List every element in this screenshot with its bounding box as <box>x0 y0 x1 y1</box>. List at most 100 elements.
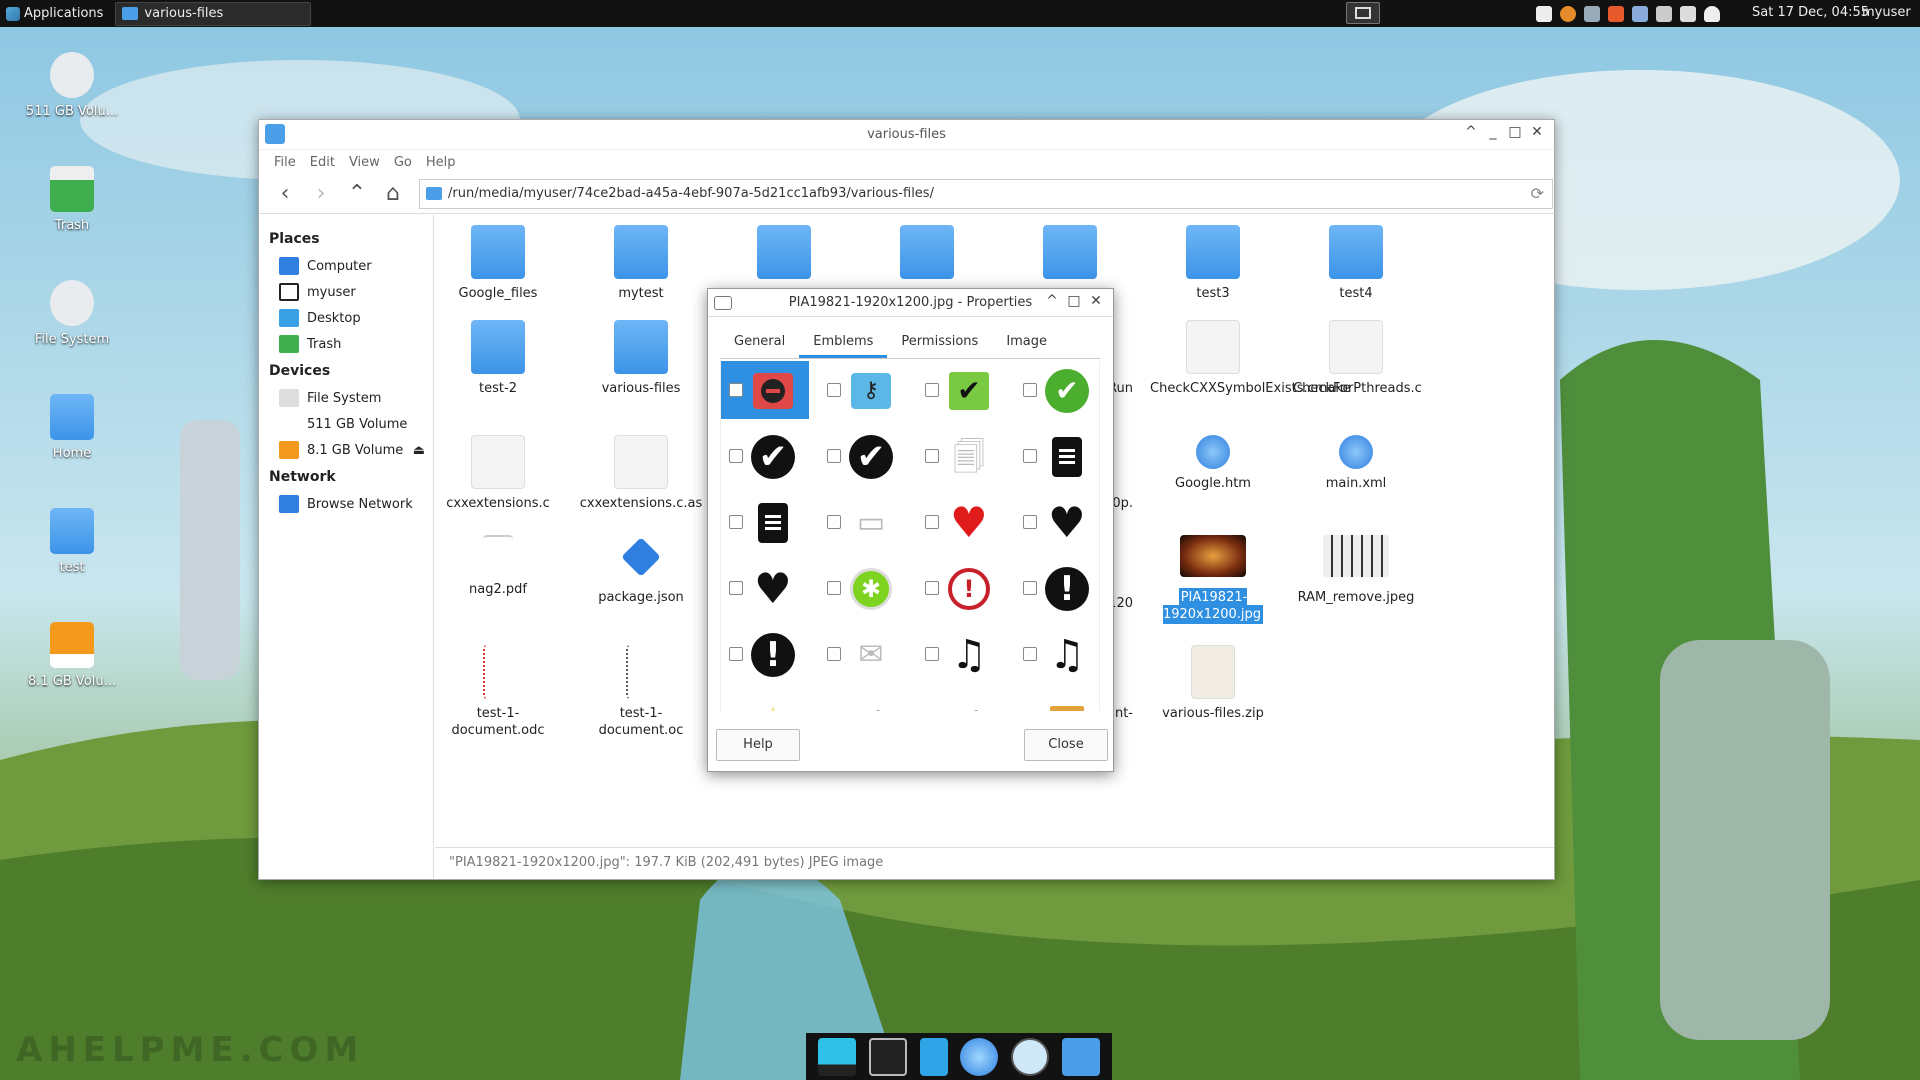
file-item[interactable]: mytest <box>578 225 704 302</box>
emblem-checkbox[interactable] <box>925 383 939 397</box>
update-icon[interactable] <box>1608 5 1624 22</box>
menu-file[interactable]: File <box>267 155 303 170</box>
firefox-icon[interactable] <box>1560 5 1576 22</box>
emblem-item[interactable]: ★ <box>721 691 809 711</box>
folder-icon[interactable] <box>1061 1037 1100 1076</box>
notification-icon[interactable] <box>1704 5 1720 22</box>
volume-icon[interactable] <box>1656 5 1672 22</box>
file-item[interactable]: cxxextensions.c.as <box>578 435 704 512</box>
desktop-icon-511gb[interactable]: 511 GB Volu... <box>22 52 122 119</box>
emblem-checkbox[interactable] <box>1023 515 1037 529</box>
emblem-checkbox[interactable] <box>925 449 939 463</box>
emblem-checkbox[interactable] <box>1023 383 1037 397</box>
file-item[interactable]: Google_files <box>435 225 561 302</box>
location-bar[interactable]: /run/media/myuser/74ce2bad-a45a-4ebf-907… <box>419 178 1553 209</box>
emblem-item[interactable]: ✔ <box>819 427 907 485</box>
file-item-selected[interactable]: PIA19821-1920x1200.jpg <box>1150 535 1276 624</box>
emblem-item[interactable]: ✔ <box>721 427 809 485</box>
file-item[interactable] <box>1007 225 1133 285</box>
emblem-item[interactable]: ♥ <box>721 559 809 617</box>
desktop-icon-8gb[interactable]: 8.1 GB Volu... <box>22 622 122 689</box>
emblem-checkbox[interactable] <box>1023 449 1037 463</box>
file-item[interactable]: test4 <box>1293 225 1419 302</box>
sidebar-item-511gb[interactable]: 511 GB Volume <box>269 411 433 437</box>
emblem-item[interactable]: ! <box>1015 559 1099 617</box>
menu-go[interactable]: Go <box>387 155 419 170</box>
clipboard-icon[interactable] <box>1536 5 1552 22</box>
file-item[interactable] <box>864 225 990 285</box>
emblem-item[interactable]: 🗐 <box>917 427 1005 485</box>
workspace-switcher[interactable] <box>1346 2 1380 24</box>
sidebar-item-8gb[interactable]: 8.1 GB Volume ⏏ <box>269 437 433 463</box>
bluetooth-icon[interactable] <box>1632 5 1648 22</box>
show-desktop-icon[interactable] <box>818 1037 857 1076</box>
emblem-item[interactable]: ! <box>721 625 809 683</box>
file-item[interactable]: package.json <box>578 535 704 606</box>
dialog-titlebar[interactable]: PIA19821-1920x1200.jpg - Properties ^ □ … <box>708 289 1113 317</box>
emblem-checkbox[interactable] <box>827 515 841 529</box>
emblem-item[interactable]: ✱ <box>819 559 907 617</box>
tab-general[interactable]: General <box>720 327 799 358</box>
emblem-item[interactable] <box>1015 427 1099 485</box>
maximize-button[interactable]: □ <box>1065 293 1083 309</box>
file-item[interactable]: various-files.zip <box>1150 645 1276 722</box>
emblem-checkbox[interactable] <box>729 515 743 529</box>
file-item[interactable]: test-2 <box>435 320 561 397</box>
emblem-item[interactable]: ✉ <box>819 625 907 683</box>
file-item[interactable]: cxxextensions.c <box>435 435 561 512</box>
emblem-item[interactable]: ✔ <box>917 361 1005 419</box>
emblem-item[interactable]: ✓ <box>819 691 907 711</box>
reload-icon[interactable]: ⟳ <box>1531 184 1544 203</box>
home-button[interactable]: ⌂ <box>377 179 409 209</box>
emblem-checkbox[interactable] <box>827 647 841 661</box>
sidebar-item-file-system[interactable]: File System <box>269 385 433 411</box>
emblem-item[interactable] <box>721 493 809 551</box>
file-item[interactable]: nag2.pdf <box>435 535 561 598</box>
file-item[interactable]: main.xml <box>1293 435 1419 492</box>
minimize-button[interactable]: _ <box>1484 124 1502 140</box>
emblem-checkbox[interactable] <box>827 383 841 397</box>
emblem-item[interactable]: ✓ <box>917 691 1005 711</box>
desktop-icon-file-system[interactable]: File System <box>22 280 122 347</box>
file-item[interactable]: Google.htm <box>1150 435 1276 492</box>
desktop-icon-home[interactable]: Home <box>22 394 122 461</box>
network-icon[interactable] <box>1584 5 1600 22</box>
user-menu[interactable]: myuser <box>1862 5 1911 20</box>
emblem-checkbox[interactable] <box>827 581 841 595</box>
emblem-checkbox[interactable] <box>729 449 743 463</box>
emblem-item[interactable]: ♫ <box>917 625 1005 683</box>
taskbar-window-button[interactable]: various-files <box>115 1 312 26</box>
emblem-checkbox[interactable] <box>729 581 743 595</box>
close-dialog-button[interactable]: Close <box>1024 729 1108 761</box>
sidebar-item-browse-network[interactable]: Browse Network <box>269 491 433 517</box>
sidebar-item-desktop[interactable]: Desktop <box>269 305 433 331</box>
menu-edit[interactable]: Edit <box>303 155 342 170</box>
close-button[interactable]: ✕ <box>1087 293 1105 309</box>
sidebar-item-trash[interactable]: Trash <box>269 331 433 357</box>
sidebar-item-computer[interactable]: Computer <box>269 253 433 279</box>
emblem-item[interactable]: ♥ <box>1015 493 1099 551</box>
tab-emblems[interactable]: Emblems <box>799 327 888 358</box>
shade-button[interactable]: ^ <box>1043 293 1061 309</box>
applications-menu[interactable]: Applications <box>0 0 109 27</box>
help-button[interactable]: Help <box>716 729 800 761</box>
file-item[interactable] <box>721 225 847 285</box>
menu-help[interactable]: Help <box>419 155 463 170</box>
file-item[interactable]: RAM_remove.jpeg <box>1293 535 1419 606</box>
forward-button[interactable]: › <box>305 179 337 209</box>
emblem-checkbox[interactable] <box>827 449 841 463</box>
file-item[interactable]: test-1-document.odc <box>435 645 561 739</box>
file-item[interactable]: CheckCXXSymbolExists.cmake <box>1150 320 1350 397</box>
window-titlebar[interactable]: various-files ^ _ □ ✕ <box>259 120 1554 150</box>
emblem-item[interactable]: ▭ <box>819 493 907 551</box>
emblem-item[interactable]: ♥ <box>917 493 1005 551</box>
web-browser-icon[interactable] <box>960 1037 999 1076</box>
clock[interactable]: Sat 17 Dec, 04:55 <box>1752 5 1869 20</box>
emblem-checkbox[interactable] <box>729 647 743 661</box>
tab-permissions[interactable]: Permissions <box>887 327 992 358</box>
emblem-checkbox[interactable] <box>1023 581 1037 595</box>
desktop-icon-trash[interactable]: Trash <box>22 166 122 233</box>
emblem-item[interactable]: ! <box>917 559 1005 617</box>
tab-image[interactable]: Image <box>992 327 1061 358</box>
file-manager-icon[interactable] <box>919 1037 948 1076</box>
